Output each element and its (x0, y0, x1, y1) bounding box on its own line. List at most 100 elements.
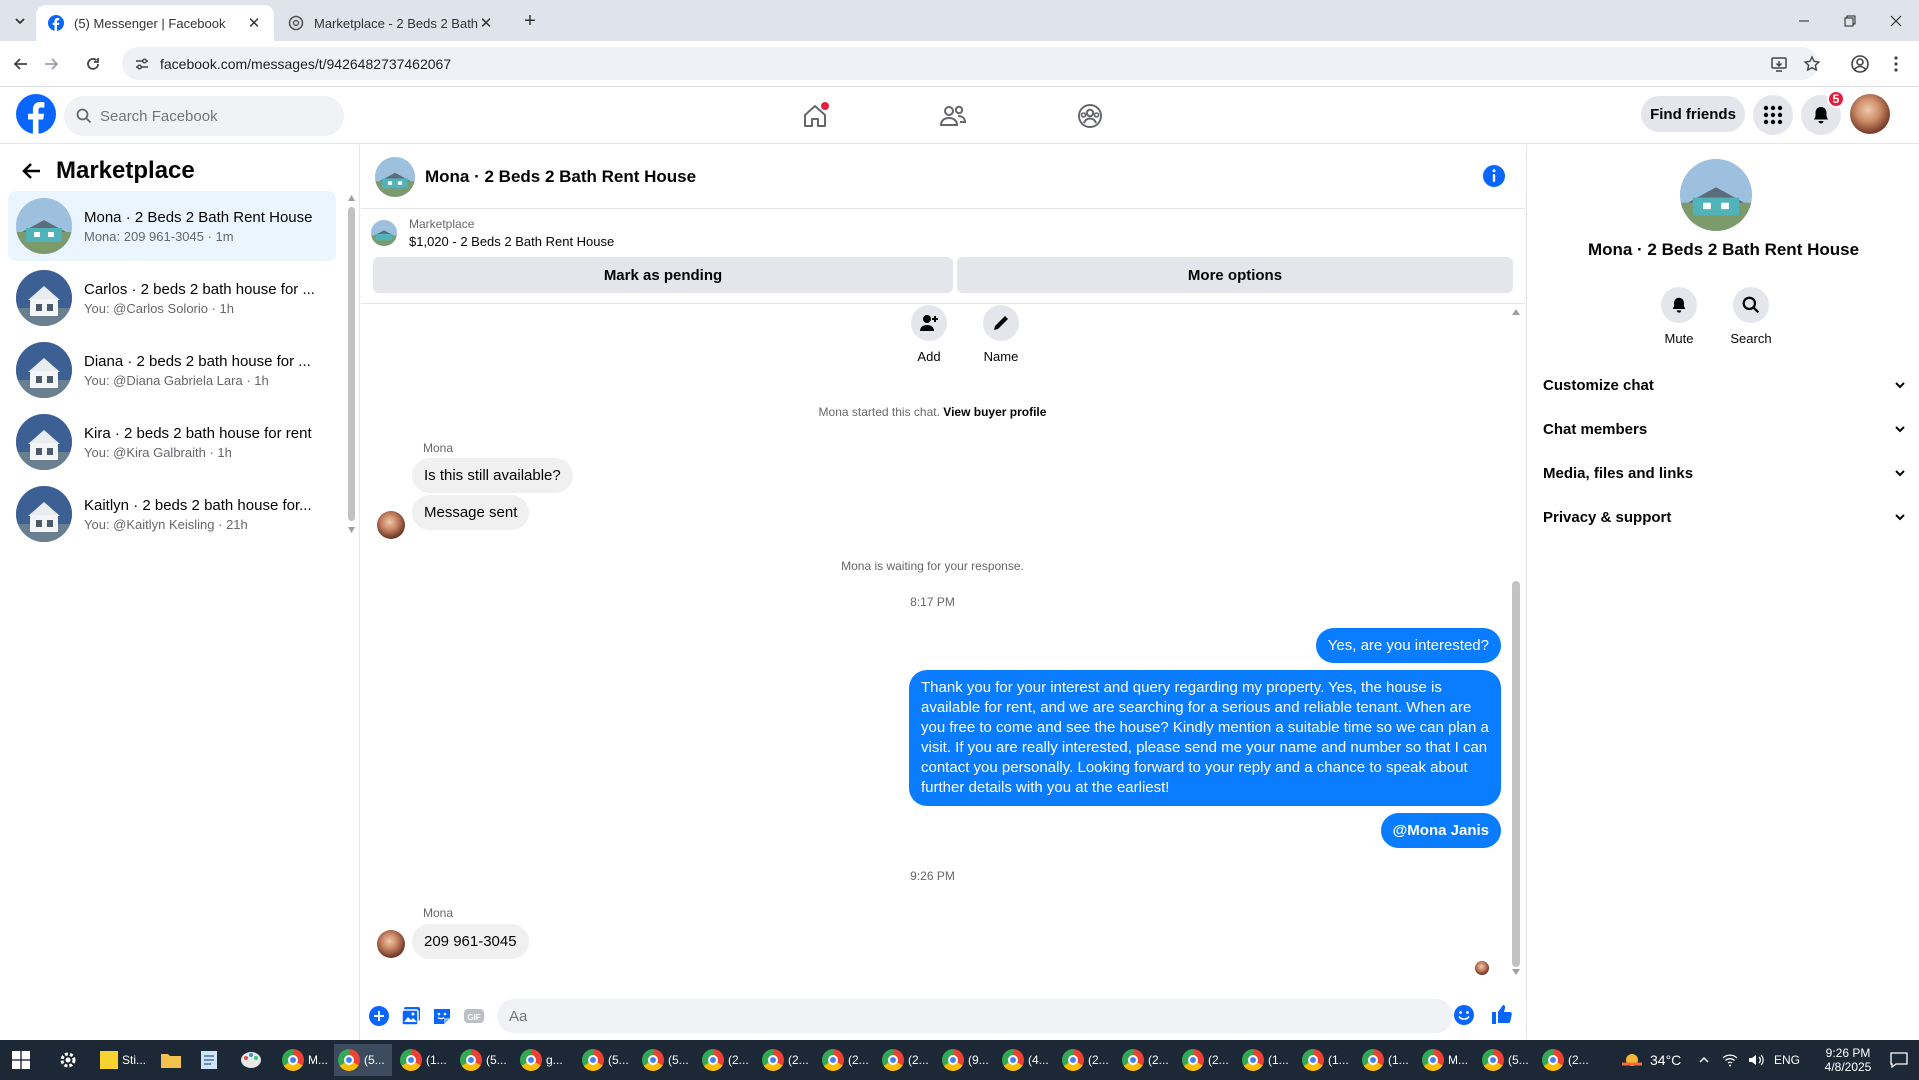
conversation-item[interactable]: Mona · 2 Beds 2 Bath Rent House Mona: 20… (8, 191, 336, 261)
message-input-wrap[interactable] (497, 999, 1453, 1033)
scroll-down-icon[interactable] (1512, 969, 1520, 975)
install-app-icon[interactable] (1768, 53, 1790, 75)
media-files-links-section[interactable]: Media, files and links (1543, 455, 1913, 491)
bookmark-star-icon[interactable] (1801, 53, 1823, 75)
outgoing-message[interactable]: @Mona Janis (1380, 813, 1501, 848)
chrome-taskbar-window[interactable]: M... (1418, 1044, 1474, 1076)
gif-icon[interactable]: GIF (463, 1005, 485, 1027)
back-button[interactable] (8, 51, 34, 77)
message-input[interactable] (509, 1007, 1409, 1025)
privacy-support-section[interactable]: Privacy & support (1543, 499, 1913, 535)
minimize-button[interactable] (1781, 0, 1827, 41)
chrome-taskbar-window[interactable]: (2... (758, 1044, 814, 1076)
chrome-taskbar-window[interactable]: (1... (1238, 1044, 1294, 1076)
customize-chat-section[interactable]: Customize chat (1543, 367, 1913, 403)
listing-summary[interactable]: Marketplace $1,020 - 2 Beds 2 Bath Rent … (371, 217, 614, 249)
start-button[interactable] (12, 1040, 30, 1080)
chrome-taskbar-window[interactable]: (2... (1058, 1044, 1114, 1076)
chrome-taskbar-window[interactable]: (2... (1178, 1044, 1234, 1076)
search-input[interactable] (100, 107, 320, 125)
groups-nav-button[interactable] (1067, 98, 1113, 134)
incoming-message[interactable]: Is this still available? (412, 458, 573, 493)
chrome-taskbar-window[interactable]: (4... (998, 1044, 1054, 1076)
chat-avatar[interactable] (1680, 159, 1752, 231)
chrome-taskbar-window[interactable]: g... (516, 1044, 572, 1076)
file-explorer-button[interactable] (160, 1040, 182, 1080)
incoming-message[interactable]: 209 961-3045 (412, 924, 529, 959)
facebook-search[interactable] (64, 96, 344, 136)
chrome-taskbar-window[interactable]: (5... (1478, 1044, 1534, 1076)
chrome-taskbar-window[interactable]: (1... (1298, 1044, 1354, 1076)
conversation-item[interactable]: Kira · 2 beds 2 bath house for rent You:… (8, 407, 336, 477)
scroll-up-icon[interactable] (1512, 309, 1520, 315)
friends-nav-button[interactable] (930, 98, 976, 134)
outgoing-message[interactable]: Yes, are you interested? (1315, 628, 1501, 663)
site-info-icon[interactable] (134, 56, 150, 72)
mark-as-pending-button[interactable]: Mark as pending (373, 257, 953, 293)
new-tab-button[interactable]: + (518, 10, 542, 32)
address-bar[interactable]: facebook.com/messages/t/9426482737462067 (122, 47, 1818, 80)
chrome-taskbar-window[interactable]: (5... (456, 1044, 512, 1076)
notification-center-button[interactable] (1890, 1040, 1908, 1080)
chrome-taskbar-window[interactable]: (9... (938, 1044, 994, 1076)
more-options-button[interactable]: More options (957, 257, 1513, 293)
account-avatar[interactable] (1850, 94, 1890, 134)
search-in-chat-button[interactable]: Search (1721, 287, 1781, 346)
chrome-taskbar-window[interactable]: (2... (1118, 1044, 1174, 1076)
tab-search-button[interactable] (8, 10, 32, 32)
language-indicator[interactable]: ENG (1774, 1040, 1800, 1080)
mona-avatar[interactable] (377, 511, 405, 539)
chrome-taskbar-window[interactable]: (2... (1538, 1044, 1594, 1076)
chat-title[interactable]: Mona · 2 Beds 2 Bath Rent House (425, 167, 696, 187)
chrome-taskbar-window[interactable]: (1... (396, 1044, 452, 1076)
photo-icon[interactable] (400, 1005, 422, 1027)
conversation-item[interactable]: Diana · 2 beds 2 bath house for ... You:… (8, 335, 336, 405)
scroll-up-icon[interactable] (348, 195, 355, 201)
chrome-taskbar-window[interactable]: M... (278, 1044, 330, 1076)
emoji-icon[interactable] (1453, 1004, 1475, 1026)
scroll-down-icon[interactable] (348, 527, 355, 533)
forward-button[interactable] (38, 51, 64, 77)
chrome-taskbar-window[interactable]: (2... (698, 1044, 754, 1076)
chrome-taskbar-window[interactable]: (5... (334, 1044, 392, 1076)
show-hidden-icons[interactable] (1698, 1040, 1710, 1080)
thumbs-up-icon[interactable] (1491, 1003, 1513, 1025)
mona-avatar[interactable] (377, 930, 405, 958)
mute-button[interactable]: Mute (1649, 287, 1709, 346)
sticky-notes-taskbar-button[interactable]: Sti... (96, 1044, 148, 1076)
clock[interactable]: 9:26 PM 4/8/2025 (1810, 1040, 1886, 1080)
chrome-taskbar-window[interactable]: (1... (1358, 1044, 1414, 1076)
menu-button[interactable] (1753, 95, 1793, 135)
name-chat-button[interactable]: Name (971, 305, 1031, 364)
scrollbar-thumb[interactable] (1512, 581, 1520, 967)
add-people-button[interactable]: Add (899, 305, 959, 364)
chat-members-section[interactable]: Chat members (1543, 411, 1913, 447)
info-icon[interactable] (1482, 164, 1506, 188)
close-tab-icon[interactable]: ✕ (246, 15, 262, 32)
arrow-left-icon[interactable] (20, 159, 44, 183)
view-buyer-profile-link[interactable]: View buyer profile (943, 405, 1046, 419)
notepad-button[interactable] (200, 1040, 218, 1080)
close-tab-icon[interactable]: ✕ (478, 15, 494, 32)
conversation-scrollbar[interactable] (348, 195, 355, 533)
outgoing-message[interactable]: Thank you for your interest and query re… (909, 670, 1501, 806)
close-window-button[interactable] (1873, 0, 1919, 41)
scrollbar-thumb[interactable] (348, 207, 355, 521)
facebook-logo-icon[interactable] (16, 94, 56, 134)
volume-icon[interactable] (1748, 1040, 1764, 1080)
tab-marketplace[interactable]: Marketplace - 2 Beds 2 Bath Re ✕ (276, 5, 506, 41)
conversation-item[interactable]: Kaitlyn · 2 beds 2 bath house for... You… (8, 479, 336, 549)
chrome-taskbar-window[interactable]: (2... (878, 1044, 934, 1076)
chrome-taskbar-window[interactable]: (2... (818, 1044, 874, 1076)
network-icon[interactable] (1722, 1040, 1738, 1080)
chat-thumbnail[interactable] (375, 156, 415, 197)
browser-menu-icon[interactable] (1885, 53, 1907, 75)
tab-messenger[interactable]: (5) Messenger | Facebook ✕ (36, 5, 274, 41)
home-nav-button[interactable] (792, 98, 838, 134)
chrome-taskbar-window[interactable]: (5... (638, 1044, 694, 1076)
paint-button[interactable] (240, 1040, 262, 1080)
find-friends-button[interactable]: Find friends (1641, 96, 1745, 132)
sticker-icon[interactable] (431, 1005, 453, 1027)
profile-icon[interactable] (1849, 53, 1871, 75)
conversation-item[interactable]: Carlos · 2 beds 2 bath house for ... You… (8, 263, 336, 333)
